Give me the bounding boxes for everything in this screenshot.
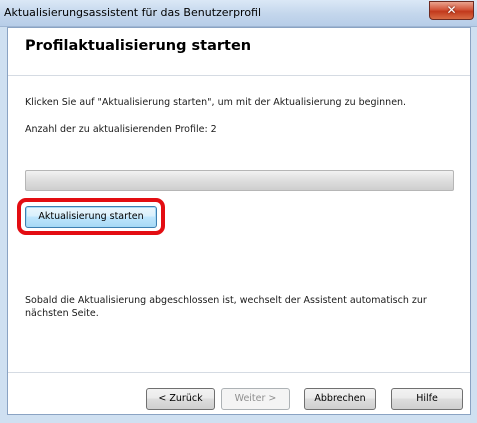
close-button[interactable]: ✕ [429, 1, 474, 20]
start-update-button[interactable]: Aktualisierung starten [25, 206, 157, 228]
profile-count-text: Anzahl der zu aktualisierenden Profile: … [25, 124, 217, 135]
progress-bar [25, 170, 454, 191]
header-divider [8, 75, 470, 76]
title-bar: Aktualisierungsassistent für das Benutze… [0, 0, 477, 27]
footer-divider [8, 372, 470, 373]
completion-note-line2: nächsten Seite. [25, 308, 99, 319]
page-title: Profilaktualisierung starten [25, 38, 252, 54]
instruction-text: Klicken Sie auf "Aktualisierung starten"… [25, 97, 407, 108]
back-button[interactable]: < Zurück [146, 388, 215, 410]
window-title: Aktualisierungsassistent für das Benutze… [4, 6, 262, 19]
completion-note-line1: Sobald die Aktualisierung abgeschlossen … [25, 295, 427, 306]
cancel-button[interactable]: Abbrechen [304, 388, 376, 410]
close-icon: ✕ [446, 3, 457, 17]
next-button[interactable]: Weiter > [221, 388, 290, 410]
help-button[interactable]: Hilfe [391, 388, 463, 410]
